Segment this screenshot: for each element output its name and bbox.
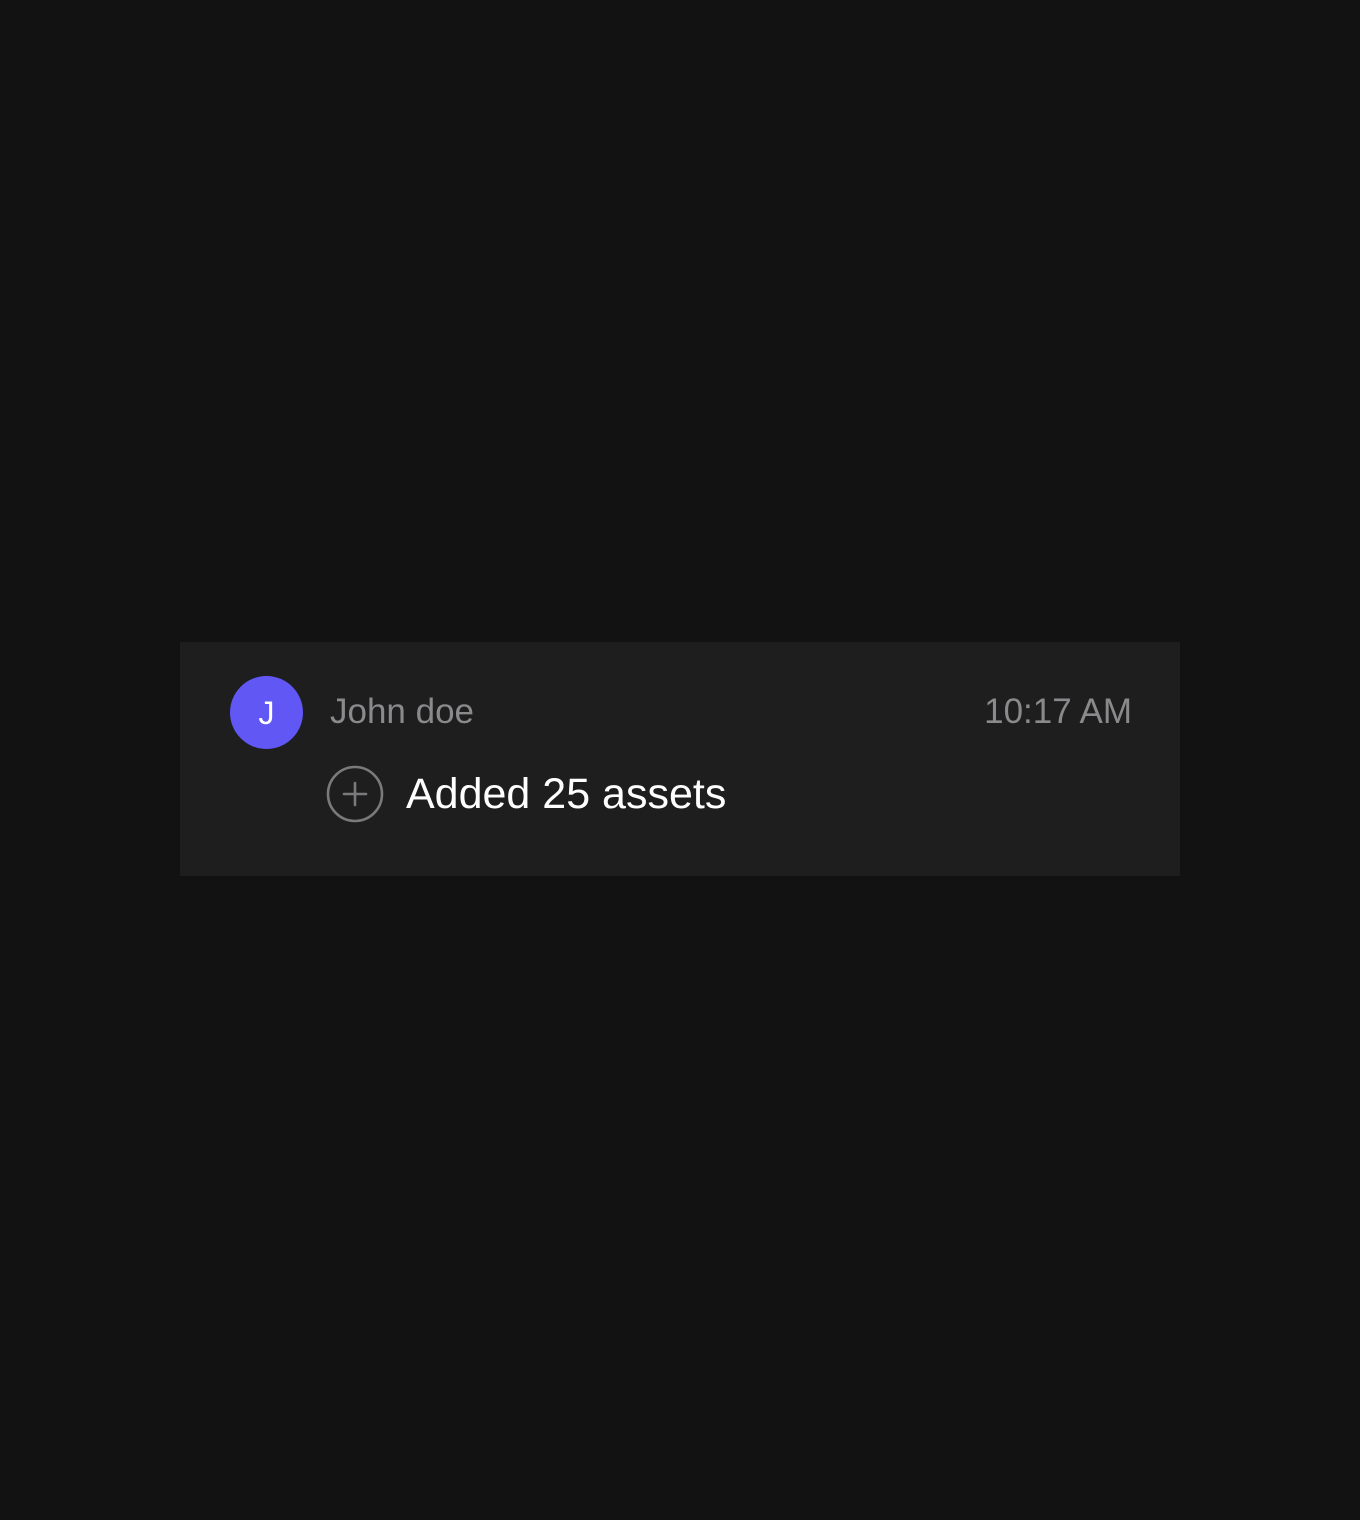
user-name: John doe [330,692,475,731]
activity-card: J John doe 10:17 AM Added 25 assets [180,642,1180,876]
avatar-initial: J [258,694,275,731]
avatar[interactable]: J [230,676,303,749]
timestamp: 10:17 AM [984,692,1132,731]
activity-action: Added 25 assets [326,764,726,824]
action-text: Added 25 assets [406,770,727,818]
plus-circle-icon [326,765,384,823]
